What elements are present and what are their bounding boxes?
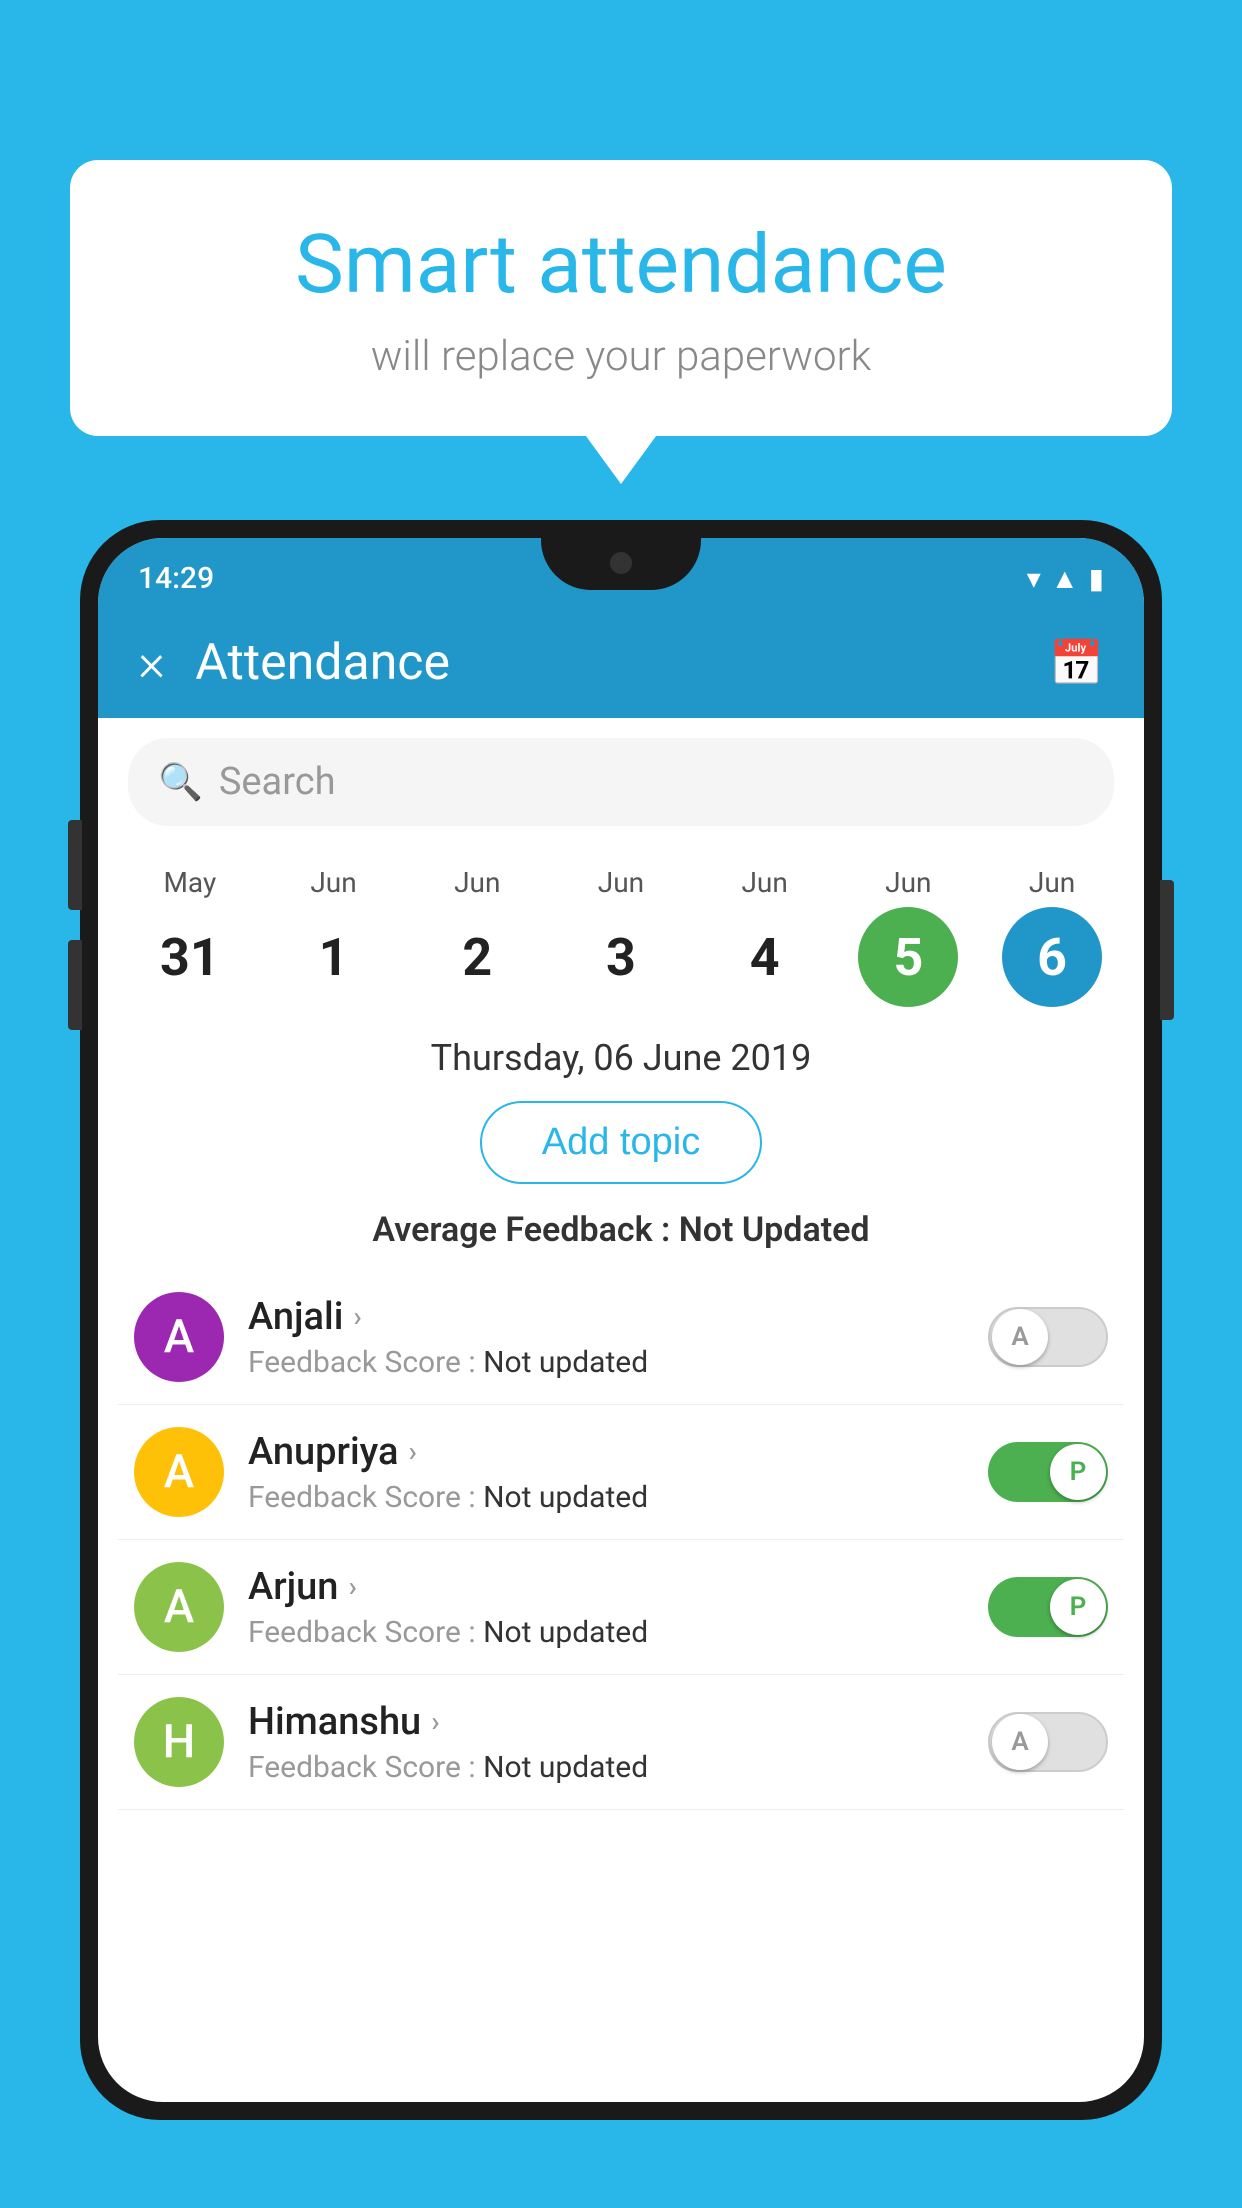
student-list: AAnjali›Feedback Score : Not updatedAAAn… [98, 1270, 1144, 1810]
calendar-day-1[interactable]: Jun 1 [274, 866, 394, 1007]
calendar-day-0[interactable]: May 31 [130, 866, 250, 1007]
cal-month-1: Jun [310, 866, 356, 899]
cal-date-1: 1 [284, 907, 384, 1007]
cal-date-6: 6 [1002, 907, 1102, 1007]
phone-outer: 14:29 ▾ ▲ ▮ × Attendance 📅 🔍 Search Ma [80, 520, 1162, 2120]
cal-date-4: 4 [715, 907, 815, 1007]
avg-feedback: Average Feedback : Not Updated [98, 1196, 1144, 1270]
app-title: Attendance [195, 634, 1019, 692]
phone-container: 14:29 ▾ ▲ ▮ × Attendance 📅 🔍 Search Ma [80, 520, 1162, 2208]
cal-month-6: Jun [1029, 866, 1075, 899]
status-time: 14:29 [138, 561, 214, 596]
student-name-0[interactable]: Anjali › [248, 1295, 964, 1339]
add-topic-button[interactable]: Add topic [480, 1101, 762, 1184]
student-name-text-3: Himanshu [248, 1700, 421, 1744]
chevron-icon-0: › [353, 1300, 361, 1333]
speech-subtitle: will replace your paperwork [120, 332, 1122, 381]
cal-month-3: Jun [598, 866, 644, 899]
student-avatar-3: H [134, 1697, 224, 1787]
volume-up-button [68, 820, 82, 910]
cal-month-5: Jun [885, 866, 931, 899]
calendar-day-3[interactable]: Jun 3 [561, 866, 681, 1007]
search-bar[interactable]: 🔍 Search [128, 738, 1114, 826]
selected-date: Thursday, 06 June 2019 [98, 1017, 1144, 1089]
status-icons: ▾ ▲ ▮ [1027, 562, 1104, 595]
camera [610, 552, 632, 574]
student-name-text-2: Arjun [248, 1565, 338, 1609]
student-info-0: Anjali › Feedback Score : Not updated [248, 1295, 964, 1380]
student-info-1: Anupriya › Feedback Score : Not updated [248, 1430, 964, 1515]
student-name-text-1: Anupriya [248, 1430, 398, 1474]
cal-date-0: 31 [140, 907, 240, 1007]
student-name-2[interactable]: Arjun › [248, 1565, 964, 1609]
search-input[interactable]: Search [219, 760, 336, 804]
attendance-toggle-0[interactable]: A [988, 1307, 1108, 1367]
avg-feedback-value: Not Updated [679, 1210, 870, 1250]
calendar-strip: May 31 Jun 1 Jun 2 Jun 3 Jun 4 Jun 5 Jun 6 [98, 846, 1144, 1017]
cal-month-0: May [163, 866, 216, 899]
student-info-3: Himanshu › Feedback Score : Not updated [248, 1700, 964, 1785]
chevron-icon-1: › [408, 1435, 416, 1468]
calendar-icon[interactable]: 📅 [1049, 637, 1104, 689]
cal-month-2: Jun [454, 866, 500, 899]
cal-month-4: Jun [741, 866, 787, 899]
cal-date-2: 2 [427, 907, 527, 1007]
student-item-3: H Himanshu › Feedback Score : Not updated A [118, 1675, 1124, 1810]
chevron-icon-2: › [348, 1570, 356, 1603]
signal-icon: ▲ [1051, 562, 1079, 595]
speech-title: Smart attendance [120, 220, 1122, 310]
feedback-score-3: Feedback Score : Not updated [248, 1750, 964, 1785]
volume-down-button [68, 940, 82, 1030]
cal-date-3: 3 [571, 907, 671, 1007]
wifi-icon: ▾ [1027, 562, 1041, 595]
chevron-icon-3: › [431, 1705, 439, 1738]
attendance-toggle-1[interactable]: P [988, 1442, 1108, 1502]
student-avatar-0: A [134, 1292, 224, 1382]
notch [541, 538, 701, 590]
calendar-day-2[interactable]: Jun 2 [417, 866, 537, 1007]
power-button [1160, 880, 1174, 1020]
calendar-day-4[interactable]: Jun 4 [705, 866, 825, 1007]
student-name-3[interactable]: Himanshu › [248, 1700, 964, 1744]
battery-icon: ▮ [1089, 562, 1104, 595]
student-name-text-0: Anjali [248, 1295, 343, 1339]
app-bar: × Attendance 📅 [98, 608, 1144, 718]
student-item-1: A Anupriya › Feedback Score : Not updated P [118, 1405, 1124, 1540]
attendance-toggle-2[interactable]: P [988, 1577, 1108, 1637]
student-avatar-1: A [134, 1427, 224, 1517]
speech-bubble: Smart attendance will replace your paper… [70, 160, 1172, 436]
feedback-score-1: Feedback Score : Not updated [248, 1480, 964, 1515]
avg-feedback-label: Average Feedback : [372, 1210, 670, 1250]
feedback-score-2: Feedback Score : Not updated [248, 1615, 964, 1650]
student-avatar-2: A [134, 1562, 224, 1652]
phone-screen: 14:29 ▾ ▲ ▮ × Attendance 📅 🔍 Search Ma [98, 538, 1144, 2102]
student-item-2: A Arjun › Feedback Score : Not updated P [118, 1540, 1124, 1675]
cal-date-5: 5 [858, 907, 958, 1007]
student-info-2: Arjun › Feedback Score : Not updated [248, 1565, 964, 1650]
calendar-day-5[interactable]: Jun 5 [848, 866, 968, 1007]
student-name-1[interactable]: Anupriya › [248, 1430, 964, 1474]
calendar-day-6[interactable]: Jun 6 [992, 866, 1112, 1007]
feedback-score-0: Feedback Score : Not updated [248, 1345, 964, 1380]
attendance-toggle-3[interactable]: A [988, 1712, 1108, 1772]
speech-bubble-container: Smart attendance will replace your paper… [70, 160, 1172, 436]
search-icon: 🔍 [158, 761, 203, 803]
close-button[interactable]: × [138, 637, 165, 689]
student-item-0: A Anjali › Feedback Score : Not updated A [118, 1270, 1124, 1405]
